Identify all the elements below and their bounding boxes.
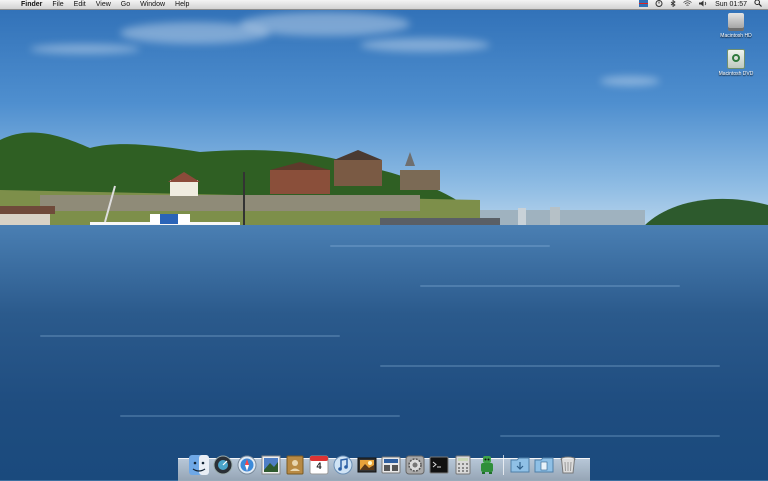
hard-disk-icon: [728, 13, 744, 31]
desktop-icon-label: Macintosh DVD: [718, 71, 754, 77]
dock-downloads[interactable]: [509, 454, 531, 476]
dock-preview[interactable]: [260, 454, 282, 476]
calculator-icon: [455, 455, 471, 475]
preview-icon: [261, 455, 281, 475]
desktop-icon-macintosh-dvd[interactable]: Macintosh DVD: [714, 49, 758, 77]
dock-itunes[interactable]: [332, 454, 354, 476]
optical-disc-icon: [727, 49, 745, 69]
dock-calculator[interactable]: [452, 454, 474, 476]
desktop-icon-label: Macintosh HD: [720, 33, 752, 39]
documents-folder-icon: [534, 457, 554, 473]
wifi-icon[interactable]: [683, 0, 692, 10]
clock[interactable]: Sun 01:57: [715, 0, 747, 9]
dock-finder[interactable]: [188, 454, 210, 476]
dock-safari[interactable]: [236, 454, 258, 476]
dock-dashboard[interactable]: [212, 454, 234, 476]
trash-icon: [560, 456, 576, 474]
dock-iphoto[interactable]: [356, 454, 378, 476]
dock-system-preferences[interactable]: [404, 454, 426, 476]
downloads-folder-icon: [510, 457, 530, 473]
dock-documents[interactable]: [533, 454, 555, 476]
desktop-wallpaper: [0, 0, 768, 480]
wallpaper-water: [0, 225, 768, 480]
menu-edit[interactable]: Edit: [74, 0, 86, 9]
menu-window[interactable]: Window: [140, 0, 165, 9]
system-preferences-icon: [405, 455, 425, 475]
automator-icon: [481, 456, 493, 474]
menu-file[interactable]: File: [52, 0, 63, 9]
iphoto-icon: [357, 457, 377, 473]
calendar-day: 4: [316, 461, 322, 471]
bluetooth-icon[interactable]: [670, 0, 676, 10]
dashboard-icon: [213, 455, 233, 475]
safari-icon: [237, 455, 257, 475]
dock-address-book[interactable]: [284, 454, 306, 476]
address-book-icon: [286, 455, 304, 475]
dock-photo-booth[interactable]: [380, 454, 402, 476]
volume-icon[interactable]: [699, 0, 708, 10]
itunes-icon: [333, 455, 353, 475]
spotlight-icon[interactable]: [754, 0, 762, 10]
input-menu-icon[interactable]: [639, 0, 649, 10]
desktop-icon-macintosh-hd[interactable]: Macintosh HD: [714, 13, 758, 39]
menu-help[interactable]: Help: [175, 0, 189, 9]
dock-separator: [503, 455, 504, 475]
menu-finder[interactable]: Finder: [21, 0, 42, 9]
menu-go[interactable]: Go: [121, 0, 130, 9]
dock-trash[interactable]: [557, 454, 579, 476]
dock-ical[interactable]: 4: [308, 454, 330, 476]
dock-automator[interactable]: [476, 454, 498, 476]
dock-terminal[interactable]: [428, 454, 450, 476]
finder-icon: [189, 455, 209, 475]
dock: 4: [188, 446, 581, 476]
menu-view[interactable]: View: [96, 0, 111, 9]
time-machine-icon[interactable]: [655, 0, 663, 10]
terminal-icon: [429, 456, 449, 474]
menu-extras: Sun 01:57: [632, 0, 762, 10]
photo-booth-icon: [381, 456, 401, 474]
menu-bar: Finder File Edit View Go Window Help Sun…: [0, 0, 768, 10]
